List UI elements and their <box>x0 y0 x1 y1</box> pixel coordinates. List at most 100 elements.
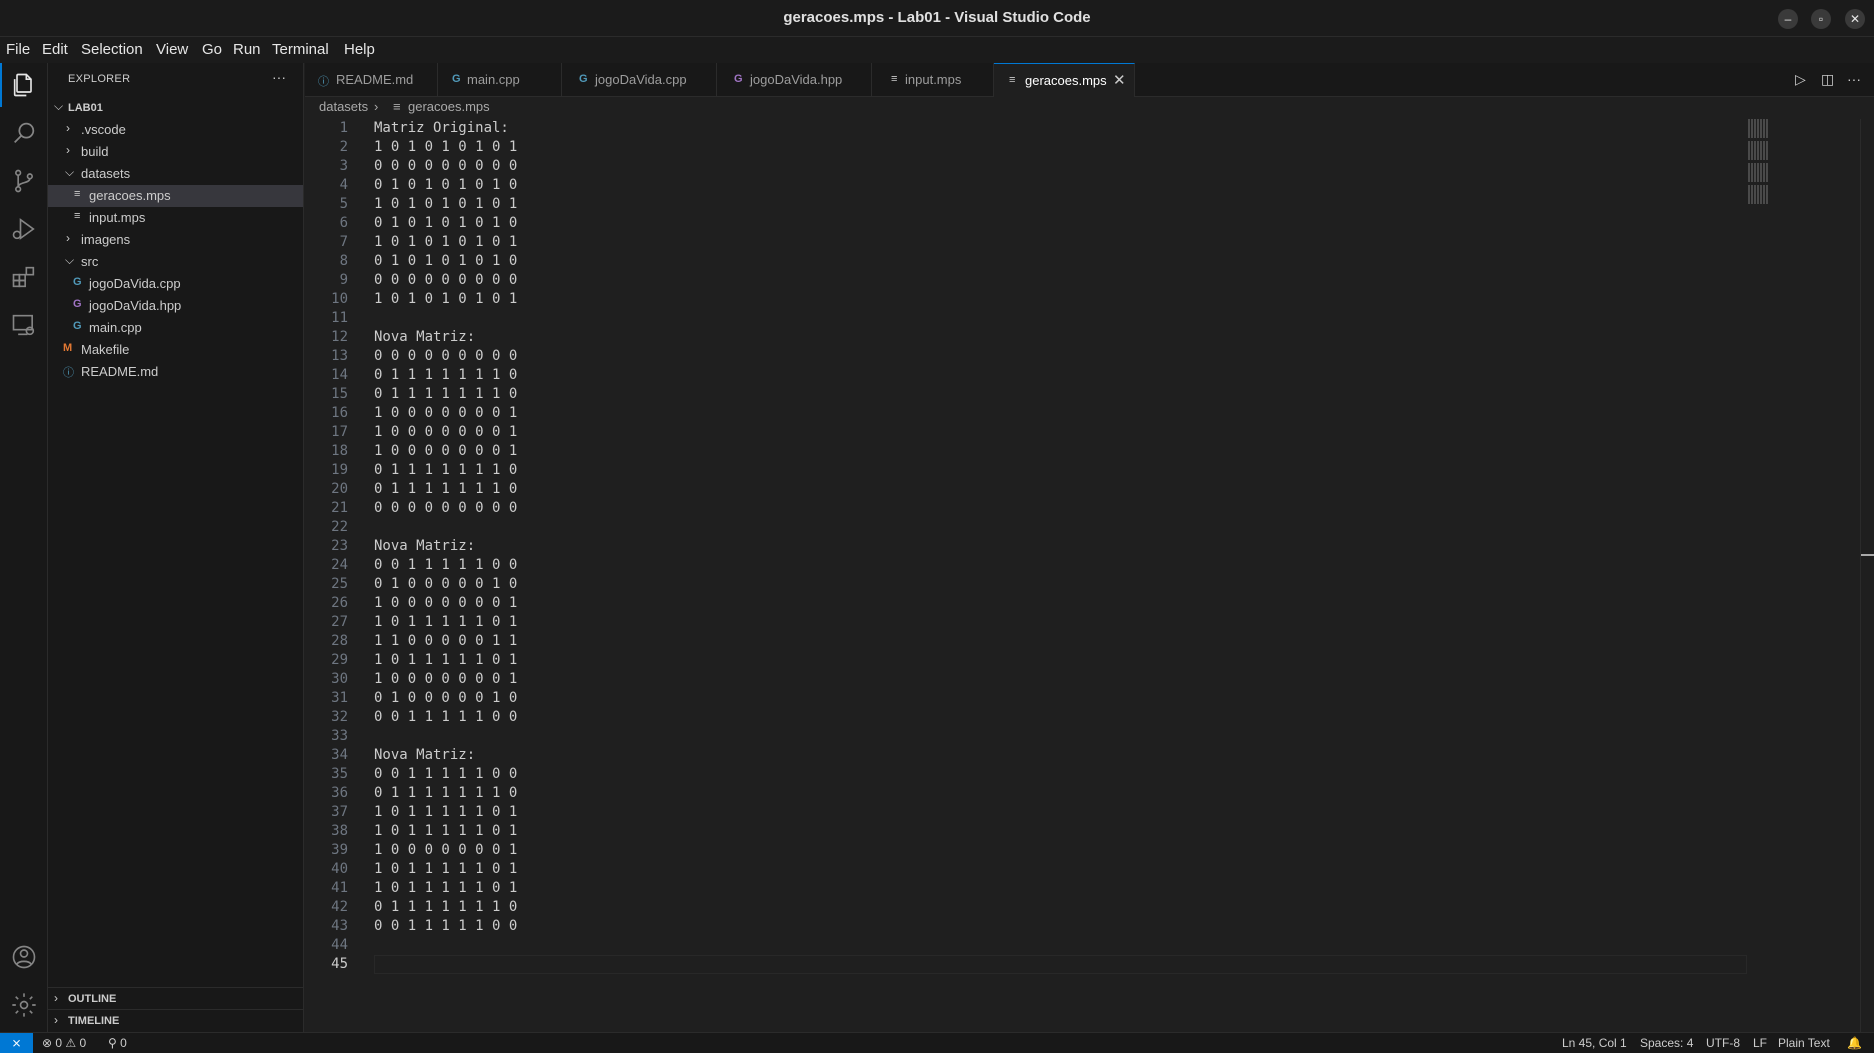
code-line[interactable]: 13 0 0 0 0 0 0 0 0 0 <box>305 347 1705 366</box>
tab-geracoes-mps[interactable]: ≡ geracoes.mps ✕ <box>994 63 1135 97</box>
tab-main-cpp[interactable]: G main.cpp <box>438 63 562 97</box>
code-line[interactable]: 9 0 0 0 0 0 0 0 0 0 <box>305 271 1705 290</box>
code-line[interactable]: 14 0 1 1 1 1 1 1 1 0 <box>305 366 1705 385</box>
tree-file-jogodavida-cpp[interactable]: G jogoDaVida.cpp <box>48 273 303 295</box>
code-line[interactable]: 11 <box>305 309 1705 328</box>
code-line[interactable]: 36 0 1 1 1 1 1 1 1 0 <box>305 784 1705 803</box>
minimap[interactable] <box>1748 119 1768 207</box>
code-line[interactable]: 4 0 1 0 1 0 1 0 1 0 <box>305 176 1705 195</box>
code-line[interactable]: 16 1 0 0 0 0 0 0 0 1 <box>305 404 1705 423</box>
encoding-status[interactable]: UTF-8 <box>1706 1036 1740 1050</box>
code-line[interactable]: 8 0 1 0 1 0 1 0 1 0 <box>305 252 1705 271</box>
code-line[interactable]: 22 <box>305 518 1705 537</box>
tree-file-jogodavida-hpp[interactable]: G jogoDaVida.hpp <box>48 295 303 317</box>
breadcrumb-file[interactable]: geracoes.mps <box>408 99 490 114</box>
code-line[interactable]: 18 1 0 0 0 0 0 0 0 1 <box>305 442 1705 461</box>
code-line[interactable]: 10 1 0 1 0 1 0 1 0 1 <box>305 290 1705 309</box>
ports-status[interactable]: ⚲ 0 <box>108 1036 127 1050</box>
code-line[interactable]: 7 1 0 1 0 1 0 1 0 1 <box>305 233 1705 252</box>
files-icon[interactable] <box>0 63 38 107</box>
menu-selection[interactable]: Selection <box>81 41 143 58</box>
search-icon[interactable] <box>10 119 38 147</box>
tree-folder-build[interactable]: › build <box>48 141 303 163</box>
tree-folder-src[interactable]: ⌵ src <box>48 251 303 273</box>
code-line[interactable]: 32 0 0 1 1 1 1 1 0 0 <box>305 708 1705 727</box>
code-line[interactable]: 43 0 0 1 1 1 1 1 0 0 <box>305 917 1705 936</box>
code-line[interactable]: 40 1 0 1 1 1 1 1 0 1 <box>305 860 1705 879</box>
tab-jogodavida-hpp[interactable]: G jogoDaVida.hpp <box>717 63 872 97</box>
code-line[interactable]: 20 0 1 1 1 1 1 1 1 0 <box>305 480 1705 499</box>
code-line[interactable]: 41 1 0 1 1 1 1 1 0 1 <box>305 879 1705 898</box>
code-line[interactable]: 27 1 0 1 1 1 1 1 0 1 <box>305 613 1705 632</box>
code-line[interactable]: 38 1 0 1 1 1 1 1 0 1 <box>305 822 1705 841</box>
code-line[interactable]: 25 0 1 0 0 0 0 0 1 0 <box>305 575 1705 594</box>
remote-explorer-icon[interactable] <box>10 311 38 339</box>
code-line[interactable]: 5 1 0 1 0 1 0 1 0 1 <box>305 195 1705 214</box>
code-line[interactable]: 19 0 1 1 1 1 1 1 1 0 <box>305 461 1705 480</box>
tree-file-main-cpp[interactable]: G main.cpp <box>48 317 303 339</box>
code-line[interactable]: 45 <box>305 955 1705 974</box>
code-line[interactable]: 34 Nova Matriz: <box>305 746 1705 765</box>
code-line[interactable]: 39 1 0 0 0 0 0 0 0 1 <box>305 841 1705 860</box>
code-line[interactable]: 23 Nova Matriz: <box>305 537 1705 556</box>
menu-edit[interactable]: Edit <box>42 41 68 58</box>
code-line[interactable]: 3 0 0 0 0 0 0 0 0 0 <box>305 157 1705 176</box>
remote-indicator-icon[interactable]: ⨯ <box>0 1033 33 1053</box>
run-file-icon[interactable]: ▷ <box>1795 71 1806 88</box>
tree-folder-datasets[interactable]: ⌵ datasets <box>48 163 303 185</box>
timeline-section[interactable]: › TIMELINE <box>48 1009 303 1031</box>
more-actions-icon[interactable]: ··· <box>1847 71 1861 87</box>
code-line[interactable]: 44 <box>305 936 1705 955</box>
menu-run[interactable]: Run <box>233 41 261 58</box>
tree-root-lab01[interactable]: ⌵ LAB01 <box>48 97 303 119</box>
language-mode[interactable]: Plain Text <box>1778 1036 1830 1050</box>
tree-file-geracoes-mps[interactable]: ≡ geracoes.mps <box>48 185 303 207</box>
menu-file[interactable]: File <box>6 41 30 58</box>
menu-terminal[interactable]: Terminal <box>272 41 329 58</box>
code-line[interactable]: 12 Nova Matriz: <box>305 328 1705 347</box>
tab-readme[interactable]: ⓘ README.md <box>305 63 438 97</box>
tree-folder-imagens[interactable]: › imagens <box>48 229 303 251</box>
vertical-scrollbar[interactable] <box>1860 119 1861 1032</box>
explorer-more-actions-icon[interactable]: ··· <box>272 69 286 85</box>
code-line[interactable]: 15 0 1 1 1 1 1 1 1 0 <box>305 385 1705 404</box>
breadcrumb-folder[interactable]: datasets <box>319 99 368 114</box>
accounts-icon[interactable] <box>10 943 38 971</box>
run-debug-icon[interactable] <box>10 215 38 243</box>
code-line[interactable]: 21 0 0 0 0 0 0 0 0 0 <box>305 499 1705 518</box>
menu-view[interactable]: View <box>156 41 188 58</box>
split-editor-icon[interactable]: ◫ <box>1821 71 1834 88</box>
code-line[interactable]: 2 1 0 1 0 1 0 1 0 1 <box>305 138 1705 157</box>
settings-gear-icon[interactable] <box>10 991 38 1019</box>
cursor-position[interactable]: Ln 45, Col 1 <box>1562 1036 1627 1050</box>
code-line[interactable]: 6 0 1 0 1 0 1 0 1 0 <box>305 214 1705 233</box>
minimize-button[interactable]: – <box>1778 9 1798 29</box>
eol-status[interactable]: LF <box>1753 1036 1767 1050</box>
editor-text-area[interactable]: 1 Matriz Original: 2 1 0 1 0 1 0 1 0 130 0 … <box>305 119 1874 1032</box>
code-line[interactable]: 42 0 1 1 1 1 1 1 1 0 <box>305 898 1705 917</box>
close-window-button[interactable]: ✕ <box>1845 9 1865 29</box>
problems-status[interactable]: ⊗ 0 ⚠ 0 <box>42 1036 86 1050</box>
maximize-button[interactable]: ▫ <box>1811 9 1831 29</box>
close-tab-icon[interactable]: ✕ <box>1113 71 1126 89</box>
tree-folder-vscode[interactable]: › .vscode <box>48 119 303 141</box>
notifications-bell-icon[interactable]: 🔔 <box>1847 1036 1862 1050</box>
menu-help[interactable]: Help <box>344 41 375 58</box>
tree-file-readme[interactable]: ⓘ README.md <box>48 361 303 383</box>
code-line[interactable]: 28 1 1 0 0 0 0 0 1 1 <box>305 632 1705 651</box>
code-line[interactable]: 33 <box>305 727 1705 746</box>
code-line[interactable]: 24 0 0 1 1 1 1 1 0 0 <box>305 556 1705 575</box>
outline-section[interactable]: › OUTLINE <box>48 987 303 1009</box>
tab-input-mps[interactable]: ≡ input.mps <box>872 63 994 97</box>
menu-go[interactable]: Go <box>202 41 222 58</box>
extensions-icon[interactable] <box>10 263 38 291</box>
code-line[interactable]: 35 0 0 1 1 1 1 1 0 0 <box>305 765 1705 784</box>
source-control-icon[interactable] <box>10 167 38 195</box>
tree-file-input-mps[interactable]: ≡ input.mps <box>48 207 303 229</box>
code-line[interactable]: 37 1 0 1 1 1 1 1 0 1 <box>305 803 1705 822</box>
indentation-status[interactable]: Spaces: 4 <box>1640 1036 1693 1050</box>
code-line[interactable]: 26 1 0 0 0 0 0 0 0 1 <box>305 594 1705 613</box>
code-line[interactable]: 29 1 0 1 1 1 1 1 0 1 <box>305 651 1705 670</box>
tab-jogodavida-cpp[interactable]: G jogoDaVida.cpp <box>562 63 717 97</box>
code-line[interactable]: 17 1 0 0 0 0 0 0 0 1 <box>305 423 1705 442</box>
